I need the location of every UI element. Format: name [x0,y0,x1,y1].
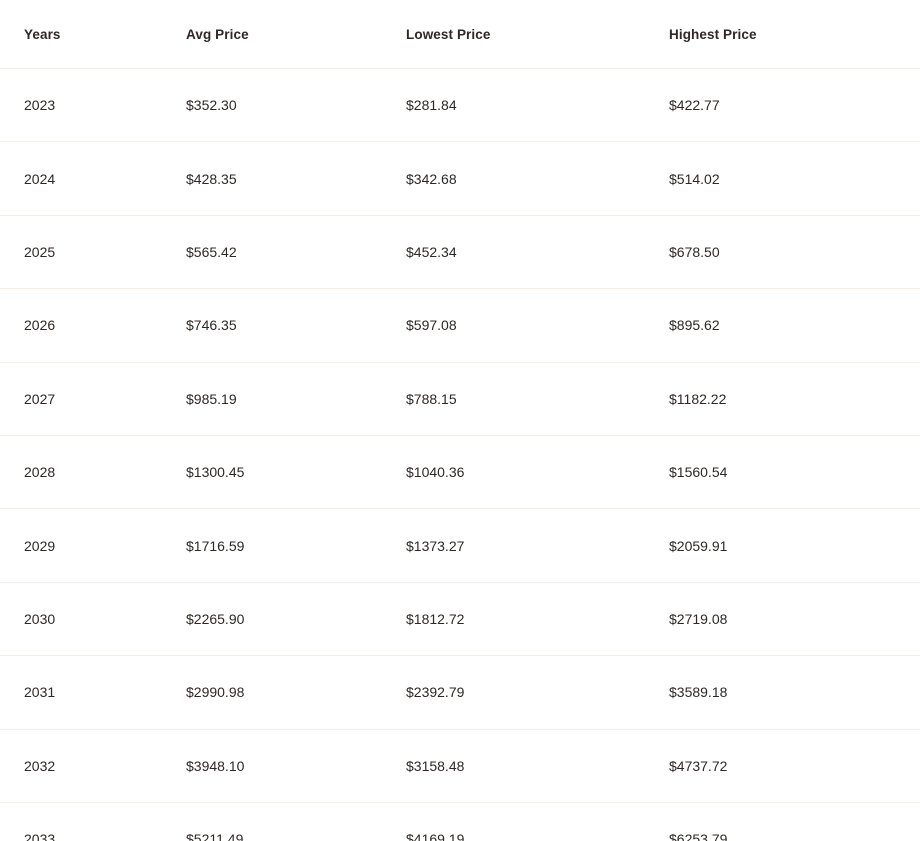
cell-highest: $422.77 [669,68,920,143]
price-table-container: Years Avg Price Lowest Price Highest Pri… [0,0,920,841]
cell-years: 2032 [0,729,186,803]
cell-highest: $895.62 [669,288,920,363]
table-row: 2025 $565.42 $452.34 $678.50 [0,215,920,290]
table-row: 2030 $2265.90 $1812.72 $2719.08 [0,582,920,657]
price-prediction-table: Years Avg Price Lowest Price Highest Pri… [0,0,920,841]
table-row: 2028 $1300.45 $1040.36 $1560.54 [0,435,920,510]
cell-avg: $985.19 [186,362,406,436]
cell-avg: $1300.45 [186,435,406,510]
cell-highest: $678.50 [669,215,920,290]
cell-years: 2024 [0,141,186,216]
cell-avg: $3948.10 [186,729,406,803]
cell-avg: $2990.98 [186,655,406,730]
column-header-years: Years [0,0,186,69]
column-header-lowest-price: Lowest Price [406,0,669,69]
cell-highest: $1182.22 [669,362,920,436]
cell-years: 2033 [0,802,186,841]
cell-years: 2031 [0,655,186,730]
table-row: 2027 $985.19 $788.15 $1182.22 [0,362,920,436]
cell-years: 2023 [0,68,186,143]
cell-highest: $2059.91 [669,508,920,583]
table-body: 2023 $352.30 $281.84 $422.77 2024 $428.35 $342… [0,68,920,841]
cell-lowest: $1373.27 [406,508,669,583]
table-header-row: Years Avg Price Lowest Price Highest Pri… [0,0,920,69]
cell-lowest: $3158.48 [406,729,669,803]
cell-lowest: $281.84 [406,68,669,143]
cell-avg: $428.35 [186,141,406,216]
table-header: Years Avg Price Lowest Price Highest Pri… [0,0,920,69]
cell-years: 2028 [0,435,186,510]
cell-years: 2027 [0,362,186,436]
cell-lowest: $452.34 [406,215,669,290]
table-row: 2023 $352.30 $281.84 $422.77 [0,68,920,143]
cell-avg: $746.35 [186,288,406,363]
table-row: 2033 $5211.49 $4169.19 $6253.79 [0,802,920,841]
cell-years: 2030 [0,582,186,657]
cell-highest: $6253.79 [669,802,920,841]
cell-highest: $4737.72 [669,729,920,803]
cell-lowest: $1040.36 [406,435,669,510]
cell-avg: $5211.49 [186,802,406,841]
cell-avg: $2265.90 [186,582,406,657]
cell-lowest: $597.08 [406,288,669,363]
cell-highest: $3589.18 [669,655,920,730]
cell-avg: $1716.59 [186,508,406,583]
cell-years: 2025 [0,215,186,290]
cell-highest: $2719.08 [669,582,920,657]
table-row: 2026 $746.35 $597.08 $895.62 [0,288,920,363]
cell-lowest: $342.68 [406,141,669,216]
cell-lowest: $4169.19 [406,802,669,841]
cell-lowest: $788.15 [406,362,669,436]
column-header-highest-price: Highest Price [669,0,920,69]
table-row: 2032 $3948.10 $3158.48 $4737.72 [0,729,920,803]
cell-years: 2026 [0,288,186,363]
table-row: 2031 $2990.98 $2392.79 $3589.18 [0,655,920,730]
table-row: 2024 $428.35 $342.68 $514.02 [0,141,920,216]
cell-avg: $352.30 [186,68,406,143]
column-header-avg-price: Avg Price [186,0,406,69]
cell-avg: $565.42 [186,215,406,290]
cell-highest: $1560.54 [669,435,920,510]
cell-highest: $514.02 [669,141,920,216]
cell-lowest: $1812.72 [406,582,669,657]
cell-lowest: $2392.79 [406,655,669,730]
table-row: 2029 $1716.59 $1373.27 $2059.91 [0,508,920,583]
cell-years: 2029 [0,508,186,583]
